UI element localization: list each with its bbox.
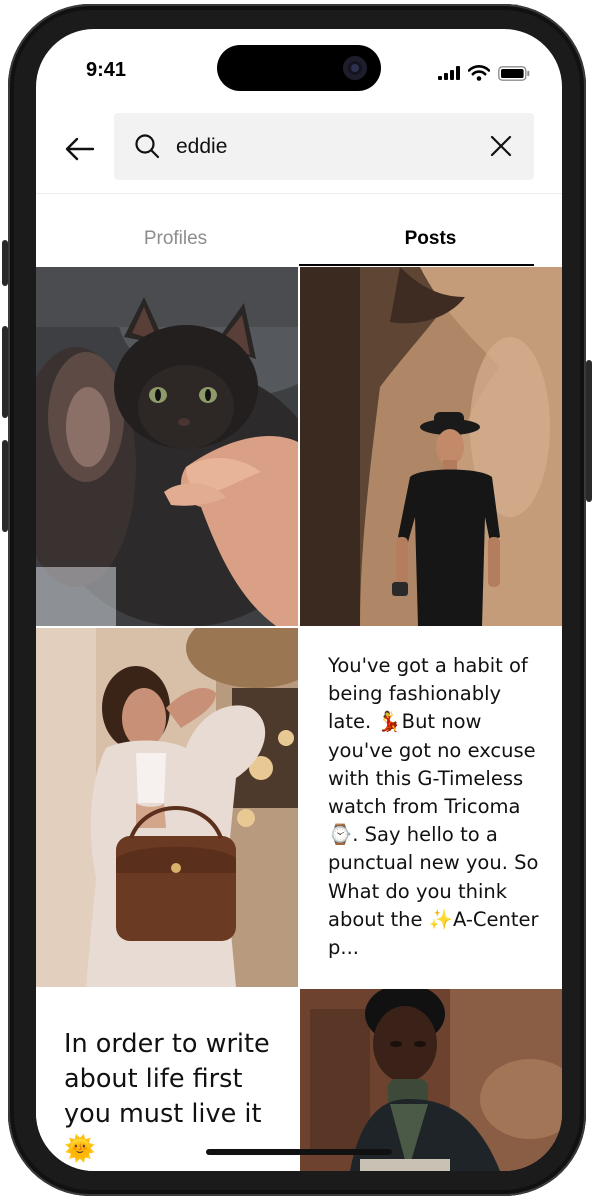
dynamic-island [217,45,381,91]
active-tab-indicator [299,264,534,266]
battery-icon [498,65,530,81]
kitten-image [36,267,298,626]
post-woman-handbag-photo[interactable] [36,628,298,987]
post-kitten-photo[interactable] [36,267,298,626]
tab-bar: Profiles Posts [36,194,562,266]
tab-posts[interactable]: Posts [299,194,562,266]
post-quote-body: In order to write about life first you m… [64,1029,270,1164]
man-canyon-image [300,267,562,626]
volume-up-button [2,326,8,418]
volume-down-button [2,440,8,532]
tab-profiles[interactable]: Profiles [44,194,307,266]
search-input[interactable]: eddie [114,113,534,180]
post-text-body: You've got a habit of being fashionably … [328,654,539,960]
back-arrow-icon[interactable] [62,131,98,167]
man-reading-image [300,989,562,1171]
woman-handbag-image [36,628,298,987]
status-icons [438,63,530,83]
power-button [586,360,592,502]
search-header: eddie [36,113,562,193]
status-time: 9:41 [86,59,127,81]
status-bar: 9:41 [36,29,562,115]
front-camera [343,56,367,80]
wifi-icon [468,65,490,81]
screen: 9:41 eddie Profiles Posts You've got a h… [36,29,562,1171]
post-man-hat-photo[interactable] [300,267,562,626]
post-man-reading-photo[interactable] [300,989,562,1171]
close-icon[interactable] [488,133,514,159]
post-text-watch[interactable]: You've got a habit of being fashionably … [300,628,562,987]
post-text-quote[interactable]: In order to write about life first you m… [36,989,298,1171]
posts-grid: You've got a habit of being fashionably … [36,267,562,1171]
home-indicator [206,1149,392,1155]
cellular-signal-icon [438,66,460,80]
search-query[interactable]: eddie [176,135,227,159]
search-icon [135,134,160,159]
mute-switch [2,240,8,286]
